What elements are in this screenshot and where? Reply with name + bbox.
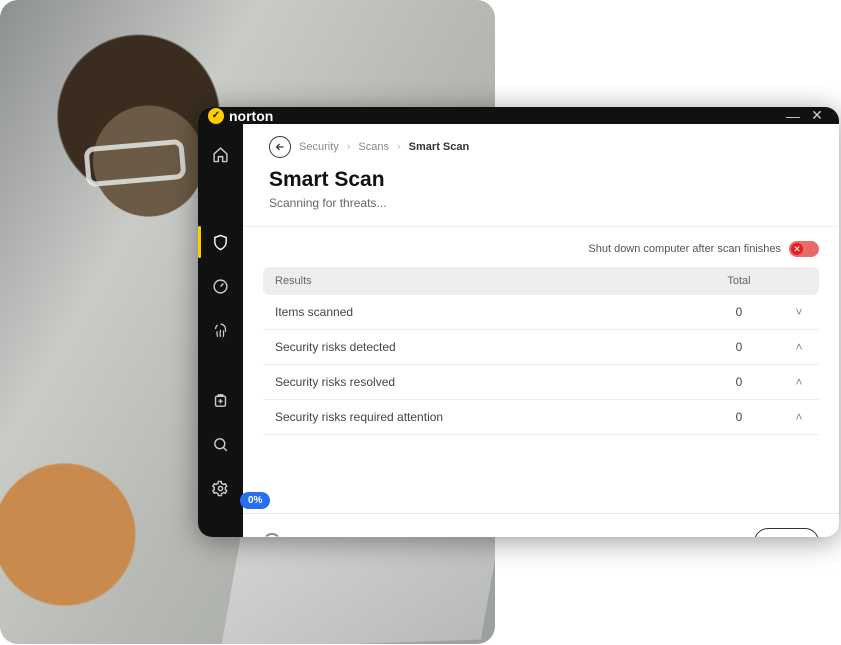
nav-backup-icon[interactable]: [198, 384, 243, 416]
table-row: Security risks resolved 0 ˄: [263, 365, 819, 400]
chevron-up-icon[interactable]: ˄: [779, 330, 819, 365]
brand-check-icon: ✓: [208, 108, 224, 124]
brand: ✓ norton: [208, 108, 273, 124]
page-title: Smart Scan: [269, 168, 813, 192]
row-total: 0: [699, 330, 779, 365]
content: Shut down computer after scan finishes ✕…: [243, 227, 839, 513]
table-row: Security risks required attention 0 ˄: [263, 400, 819, 435]
sidebar: [198, 124, 243, 537]
breadcrumb: Security › Scans › Smart Scan: [269, 136, 813, 158]
row-label: Items scanned: [263, 295, 699, 330]
close-button[interactable]: ✕: [805, 107, 829, 124]
chevron-up-icon[interactable]: ˄: [779, 400, 819, 435]
breadcrumb-current: Smart Scan: [409, 141, 470, 153]
results-table: Results Total Items scanned 0 ˅ Security: [263, 267, 819, 435]
col-expand: [779, 267, 819, 295]
spinner-icon: [263, 533, 281, 537]
page-subtitle: Scanning for threats...: [269, 196, 813, 210]
titlebar: ✓ norton — ✕: [198, 107, 839, 124]
shutdown-option: Shut down computer after scan finishes ✕: [263, 241, 819, 257]
row-label: Security risks required attention: [263, 400, 699, 435]
col-total: Total: [699, 267, 779, 295]
nav-home-icon[interactable]: [198, 138, 243, 170]
nav-fingerprint-icon[interactable]: [198, 314, 243, 346]
table-row: Items scanned 0 ˅: [263, 295, 819, 330]
stop-button[interactable]: Stop: [754, 528, 819, 537]
progress-bubble: 0%: [240, 492, 270, 509]
main-panel: Security › Scans › Smart Scan Smart Scan…: [243, 124, 839, 537]
nav-settings-icon[interactable]: [198, 472, 243, 504]
row-total: 0: [699, 295, 779, 330]
back-button[interactable]: [269, 136, 291, 158]
nav-chat-icon[interactable]: [198, 528, 243, 537]
header: Security › Scans › Smart Scan Smart Scan…: [243, 124, 839, 227]
chevron-down-icon[interactable]: ˅: [779, 295, 819, 330]
glasses-graphic: [83, 139, 186, 188]
breadcrumb-sep: ›: [347, 141, 351, 153]
shutdown-toggle[interactable]: ✕: [789, 241, 819, 257]
nav-search-icon[interactable]: [198, 428, 243, 460]
breadcrumb-item[interactable]: Security: [299, 141, 339, 153]
scan-status: Scanning...: [295, 535, 359, 537]
minimize-button[interactable]: —: [781, 108, 805, 124]
shutdown-label: Shut down computer after scan finishes: [588, 243, 781, 255]
row-total: 0: [699, 365, 779, 400]
row-label: Security risks resolved: [263, 365, 699, 400]
app-window: ✓ norton — ✕: [198, 107, 839, 537]
breadcrumb-sep: ›: [397, 141, 401, 153]
nav-performance-icon[interactable]: [198, 270, 243, 302]
chevron-up-icon[interactable]: ˄: [779, 365, 819, 400]
footer: 0% Scanning... Stop: [243, 513, 839, 537]
row-label: Security risks detected: [263, 330, 699, 365]
nav-security-icon[interactable]: [198, 226, 243, 258]
brand-name: norton: [229, 108, 273, 124]
row-total: 0: [699, 400, 779, 435]
table-row: Security risks detected 0 ˄: [263, 330, 819, 365]
breadcrumb-item[interactable]: Scans: [358, 141, 389, 153]
col-results: Results: [263, 267, 699, 295]
toggle-knob-off-icon: ✕: [791, 243, 803, 255]
